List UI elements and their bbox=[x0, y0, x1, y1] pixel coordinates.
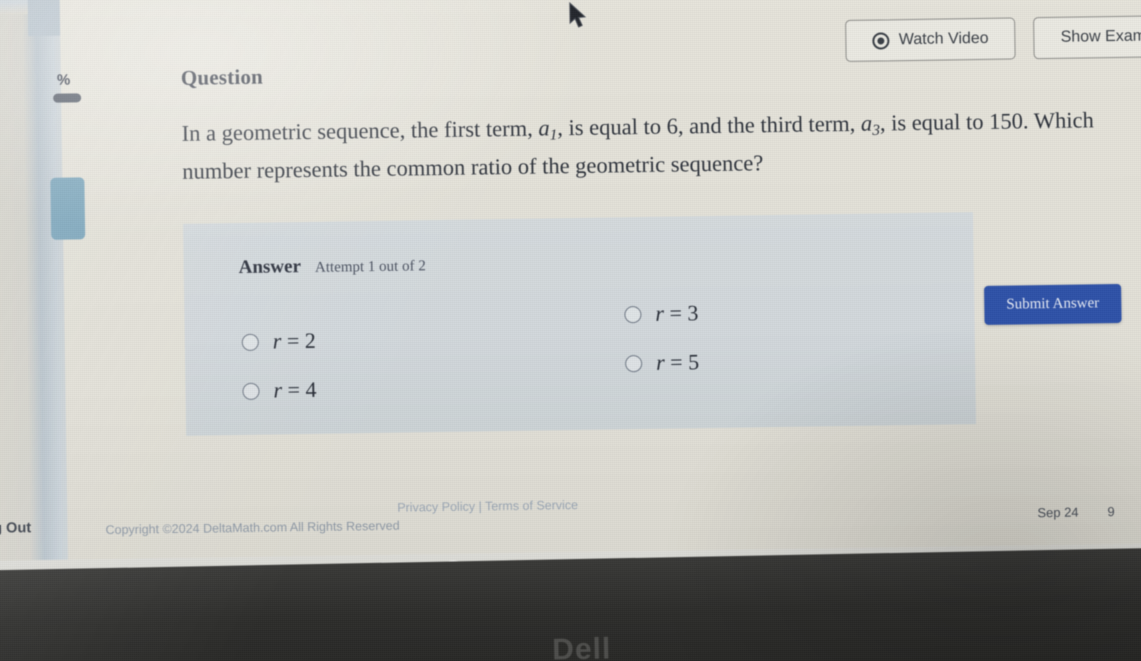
photograph-of-monitor: % Question Watch Video Show Example In a… bbox=[0, 0, 1141, 661]
answer-option-label: r = 4 bbox=[273, 376, 317, 403]
watch-video-label: Watch Video bbox=[898, 29, 989, 49]
question-part-1: In a geometric sequence, the first term, bbox=[181, 115, 539, 146]
log-out-button[interactable]: Log Out bbox=[0, 520, 31, 537]
play-circle-icon bbox=[872, 31, 890, 50]
submit-answer-button[interactable]: Submit Answer bbox=[984, 283, 1122, 325]
question-part-3: , is equal to 150. Which bbox=[879, 107, 1094, 136]
progress-bar-fragment bbox=[53, 93, 82, 103]
answer-option-r-4[interactable]: r = 4 bbox=[242, 376, 317, 404]
question-text: In a geometric sequence, the first term,… bbox=[181, 100, 1141, 190]
answer-heading: Answer bbox=[238, 256, 302, 279]
watch-video-button[interactable]: Watch Video bbox=[845, 17, 1016, 62]
deltamath-page: % Question Watch Video Show Example In a… bbox=[0, 0, 1141, 560]
radio-button-icon[interactable] bbox=[624, 305, 642, 323]
variable-a3: a3 bbox=[860, 110, 881, 139]
answer-card: Answer Attempt 1 out of 2 r = 2 r = 4 r … bbox=[183, 212, 977, 436]
status-date-cut: 9 bbox=[1107, 504, 1115, 520]
page-footer: Log Out Copyright ©2024 DeltaMath.com Al… bbox=[0, 481, 1141, 544]
show-example-label: Show Example bbox=[1060, 27, 1141, 46]
question-part-2: , is equal to 6, and the third term, bbox=[557, 110, 862, 141]
answer-option-r-5[interactable]: r = 5 bbox=[625, 349, 699, 376]
radio-button-icon[interactable] bbox=[241, 333, 259, 351]
sidebar-blue-block bbox=[50, 177, 86, 240]
answer-option-r-3[interactable]: r = 3 bbox=[624, 300, 699, 327]
page-title: Question bbox=[180, 64, 264, 90]
attempt-counter: Attempt 1 out of 2 bbox=[314, 258, 426, 276]
progress-percent-fragment: % bbox=[56, 71, 70, 89]
answer-option-label: r = 2 bbox=[272, 327, 316, 354]
show-example-button[interactable]: Show Example bbox=[1033, 14, 1141, 60]
answer-header: Answer Attempt 1 out of 2 bbox=[239, 254, 426, 279]
monitor-screen: % Question Watch Video Show Example In a… bbox=[0, 0, 1141, 607]
copyright-text: Copyright ©2024 DeltaMath.com All Rights… bbox=[105, 518, 400, 538]
header-button-row: Watch Video Show Example bbox=[845, 14, 1141, 62]
variable-a1: a1 bbox=[538, 115, 558, 144]
radio-button-icon[interactable] bbox=[242, 382, 260, 400]
answer-option-label: r = 5 bbox=[655, 349, 700, 375]
monitor-brand-logo: Dell bbox=[551, 632, 612, 661]
answer-option-r-2[interactable]: r = 2 bbox=[241, 327, 316, 355]
radio-button-icon[interactable] bbox=[625, 354, 643, 372]
answer-option-label: r = 3 bbox=[655, 300, 699, 326]
status-date: Sep 24 bbox=[1037, 504, 1079, 521]
footer-links[interactable]: Privacy Policy | Terms of Service bbox=[397, 498, 578, 515]
question-line-2: number represents the common ratio of th… bbox=[182, 150, 764, 184]
